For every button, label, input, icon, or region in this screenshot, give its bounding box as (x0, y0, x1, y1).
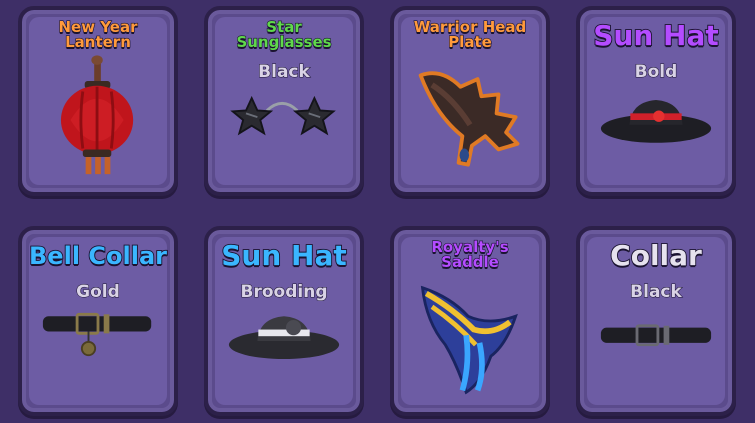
item-card-new-year-lantern[interactable]: New Year Lantern (18, 6, 178, 196)
item-card-sun-hat-brooding[interactable]: Sun Hat Brooding (204, 226, 364, 416)
bell-collar-icon (42, 312, 152, 357)
item-card-bell-collar[interactable]: Bell Collar Gold (18, 226, 178, 416)
inventory-grid: New Year Lantern Star Sunglasses Black W… (0, 0, 755, 423)
item-card-warrior-head-plate[interactable]: Warrior Head Plate (390, 6, 550, 196)
star-sunglasses-icon (230, 95, 336, 136)
item-card-collar[interactable]: Collar Black (576, 226, 736, 416)
item-card-star-sunglasses[interactable]: Star Sunglasses Black (204, 6, 364, 196)
collar-icon (600, 324, 712, 347)
saddle-icon (420, 285, 518, 395)
item-card-royaltys-saddle[interactable]: Royalty's Saddle (390, 226, 550, 416)
warrior-head-plate-icon (418, 71, 520, 167)
sun-hat-icon (228, 316, 340, 359)
lantern-icon (60, 55, 134, 175)
item-card-sun-hat-bold[interactable]: Sun Hat Bold (576, 6, 736, 196)
sun-hat-icon (600, 100, 712, 143)
